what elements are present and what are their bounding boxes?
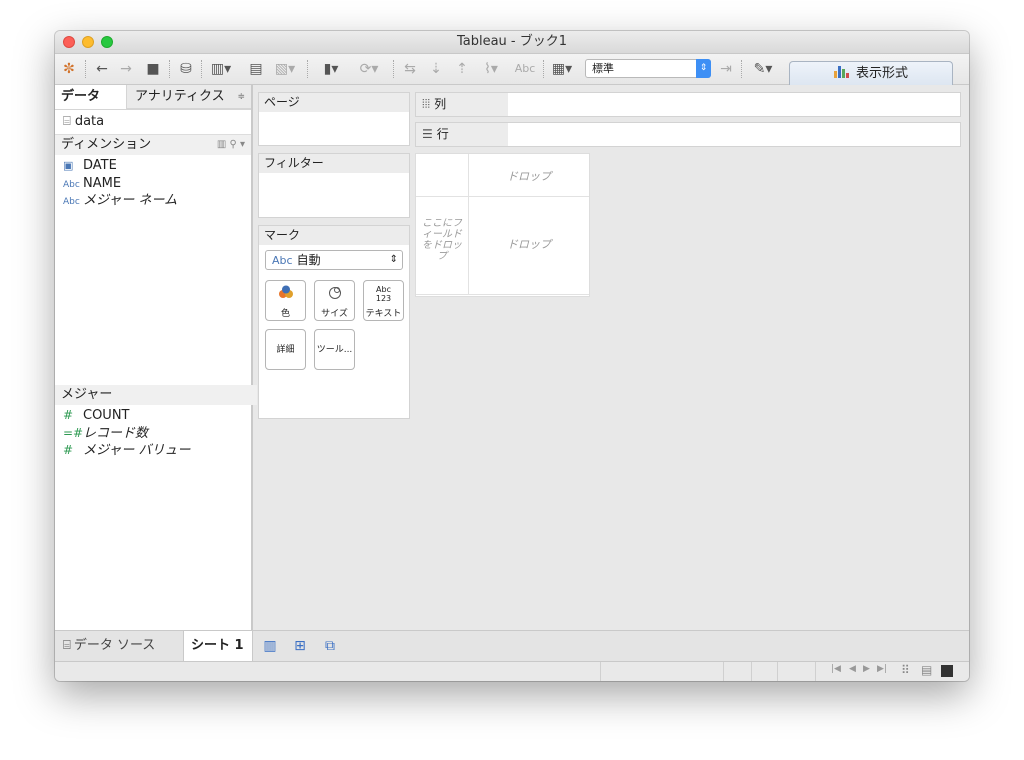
sort-ascending-icon[interactable]: ⇣ bbox=[427, 60, 445, 78]
tableau-logo-icon[interactable]: ✼ bbox=[61, 60, 77, 78]
back-arrow-icon[interactable]: ← bbox=[93, 60, 111, 78]
first-sheet-icon[interactable]: |◀ bbox=[831, 664, 841, 674]
color-button[interactable]: 色 bbox=[265, 280, 306, 321]
cylinder-icon: ⌸ bbox=[63, 114, 71, 129]
sort-icon[interactable]: ≑ bbox=[237, 85, 245, 109]
hash-icon: =# bbox=[63, 425, 84, 440]
text-button[interactable]: Abc 123 テキスト bbox=[363, 280, 404, 321]
chevron-down-icon[interactable]: ▾ bbox=[240, 139, 245, 150]
highlight-icon[interactable]: ✎▾ bbox=[749, 60, 777, 78]
swap-icon[interactable]: ⇆ bbox=[401, 60, 419, 78]
sheet-view-icon[interactable] bbox=[941, 665, 953, 677]
size-circles-icon bbox=[315, 281, 354, 306]
status-bar: |◀ ◀ ▶ ▶| ⠿ ▤ bbox=[55, 661, 969, 681]
field-measure-values[interactable]: # メジャー バリュー bbox=[55, 442, 251, 460]
pages-card[interactable]: ページ bbox=[258, 92, 410, 146]
tooltip-button[interactable]: ツール... bbox=[314, 329, 355, 370]
mark-type-select[interactable]: Abc 自動 ⇕ bbox=[265, 250, 403, 270]
filters-card[interactable]: フィルター bbox=[258, 153, 410, 218]
measures-list: # COUNT =#レコード数 # メジャー バリュー bbox=[55, 407, 251, 460]
show-cards-icon[interactable]: ▦▾ bbox=[547, 60, 577, 78]
window-title: Tableau - ブック1 bbox=[456, 34, 568, 49]
zoom-window-button[interactable] bbox=[101, 36, 113, 48]
forward-arrow-icon[interactable]: → bbox=[117, 60, 135, 78]
field-date[interactable]: ▣ DATE bbox=[55, 157, 251, 175]
show-labels-icon[interactable]: Abc bbox=[513, 60, 537, 78]
new-worksheet-icon[interactable]: ▥▾ bbox=[207, 60, 235, 78]
new-datasource-icon[interactable]: ⛁ bbox=[177, 60, 195, 78]
new-worksheet-icon[interactable]: ▥ bbox=[261, 637, 279, 655]
tab-view-icon[interactable]: ▤ bbox=[921, 663, 932, 677]
chevron-updown-icon: ⇕ bbox=[389, 254, 398, 265]
toolbar: ✼ ← → ■ ⛁ ▥▾ ▤ ▧▾ ▮▾ ⟳▾ ⇆ ⇣ ⇡ ⌇▾ Abc ▦▾ … bbox=[55, 54, 969, 85]
next-sheet-icon[interactable]: ▶ bbox=[863, 664, 870, 674]
search-icon[interactable]: ⚲ bbox=[229, 139, 236, 150]
cylinder-icon: ⌸ bbox=[63, 638, 71, 653]
tab-datasource[interactable]: ⌸ データ ソース bbox=[55, 631, 183, 661]
columns-shelf[interactable]: ⦙⦙⦙ 列 bbox=[415, 92, 961, 117]
measures-header: メジャー bbox=[55, 385, 257, 405]
close-window-button[interactable] bbox=[63, 36, 75, 48]
chevron-updown-icon: ⇕ bbox=[696, 59, 711, 78]
drop-zone-main[interactable]: ドロップ bbox=[469, 236, 589, 252]
last-sheet-icon[interactable]: ▶| bbox=[877, 664, 887, 674]
pages-title: ページ bbox=[259, 93, 409, 112]
hash-icon: # bbox=[63, 408, 74, 422]
data-pane-tabs: データ アナリティクス ≑ bbox=[55, 85, 251, 110]
rows-icon: ☰ bbox=[422, 127, 433, 141]
text-abc-icon: Abc 123 bbox=[375, 285, 392, 303]
filmstrip-view-icon[interactable]: ⠿ bbox=[901, 663, 910, 677]
fit-select[interactable]: 標準 ⇕ bbox=[585, 59, 711, 78]
hash-icon: # bbox=[63, 443, 74, 457]
save-icon[interactable]: ■ bbox=[145, 60, 161, 78]
bar-chart-icon bbox=[833, 66, 850, 78]
tab-sheet-1[interactable]: シート 1 bbox=[183, 631, 253, 661]
tab-data[interactable]: データ bbox=[55, 85, 127, 109]
color-palette-icon bbox=[266, 281, 305, 306]
field-measure-names[interactable]: Abc メジャー ネーム bbox=[55, 192, 251, 210]
calendar-icon: ▣ bbox=[63, 159, 74, 172]
marks-title: マーク bbox=[259, 226, 409, 245]
columns-icon: ⦙⦙⦙ bbox=[422, 97, 431, 111]
grid-view-icon[interactable]: ▥ bbox=[217, 139, 226, 150]
field-count[interactable]: # COUNT bbox=[55, 407, 251, 425]
show-me-tab[interactable]: 表示形式 bbox=[789, 61, 953, 85]
fix-axes-icon[interactable]: ⇥ bbox=[717, 60, 735, 78]
tab-analytics[interactable]: アナリティクス ≑ bbox=[127, 85, 251, 109]
field-name[interactable]: Abc NAME bbox=[55, 175, 251, 193]
drop-zone-rows[interactable]: ここにフ ィールド をドロッ プ bbox=[416, 218, 468, 262]
dimensions-list: ▣ DATE Abc NAME Abc メジャー ネーム bbox=[55, 155, 251, 210]
filters-title: フィルター bbox=[259, 154, 409, 173]
tableau-window: Tableau - ブック1 ✼ ← → ■ ⛁ ▥▾ ▤ ▧▾ ▮▾ ⟳▾ ⇆… bbox=[55, 31, 969, 681]
minimize-window-button[interactable] bbox=[82, 36, 94, 48]
clear-sheet-icon[interactable]: ▧▾ bbox=[271, 60, 299, 78]
group-icon[interactable]: ⌇▾ bbox=[477, 60, 505, 78]
size-button[interactable]: サイズ bbox=[314, 280, 355, 321]
duplicate-sheet-icon[interactable]: ▤ bbox=[247, 60, 265, 78]
drop-zone-columns[interactable]: ドロップ bbox=[469, 168, 589, 184]
sheet-tab-bar: ⌸ データ ソース シート 1 ▥ ⊞ ⧉ bbox=[55, 630, 969, 662]
rows-shelf[interactable]: ☰ 行 bbox=[415, 122, 961, 147]
detail-button[interactable]: 詳細 bbox=[265, 329, 306, 370]
dimensions-header: ディメンション ▥ ⚲ ▾ bbox=[55, 135, 251, 155]
marks-card: マーク Abc 自動 ⇕ 色 サイズ Abc 123 テキスト 詳細 ツール... bbox=[258, 225, 410, 419]
pause-updates-icon[interactable]: ▮▾ bbox=[317, 60, 345, 78]
new-story-icon[interactable]: ⧉ bbox=[321, 637, 339, 655]
abc-icon: Abc bbox=[63, 197, 80, 207]
field-record-count[interactable]: =#レコード数 bbox=[55, 425, 251, 443]
new-dashboard-icon[interactable]: ⊞ bbox=[291, 637, 309, 655]
datasource-item[interactable]: ⌸ data bbox=[55, 110, 251, 135]
refresh-icon[interactable]: ⟳▾ bbox=[355, 60, 383, 78]
data-pane: データ アナリティクス ≑ ⌸ data ディメンション ▥ ⚲ ▾ ▣ DATE … bbox=[55, 85, 257, 630]
sort-descending-icon[interactable]: ⇡ bbox=[453, 60, 471, 78]
prev-sheet-icon[interactable]: ◀ bbox=[849, 664, 856, 674]
title-bar: Tableau - ブック1 bbox=[55, 31, 969, 54]
view-drop-area[interactable]: ドロップ ドロップ ここにフ ィールド をドロッ プ bbox=[415, 153, 590, 297]
